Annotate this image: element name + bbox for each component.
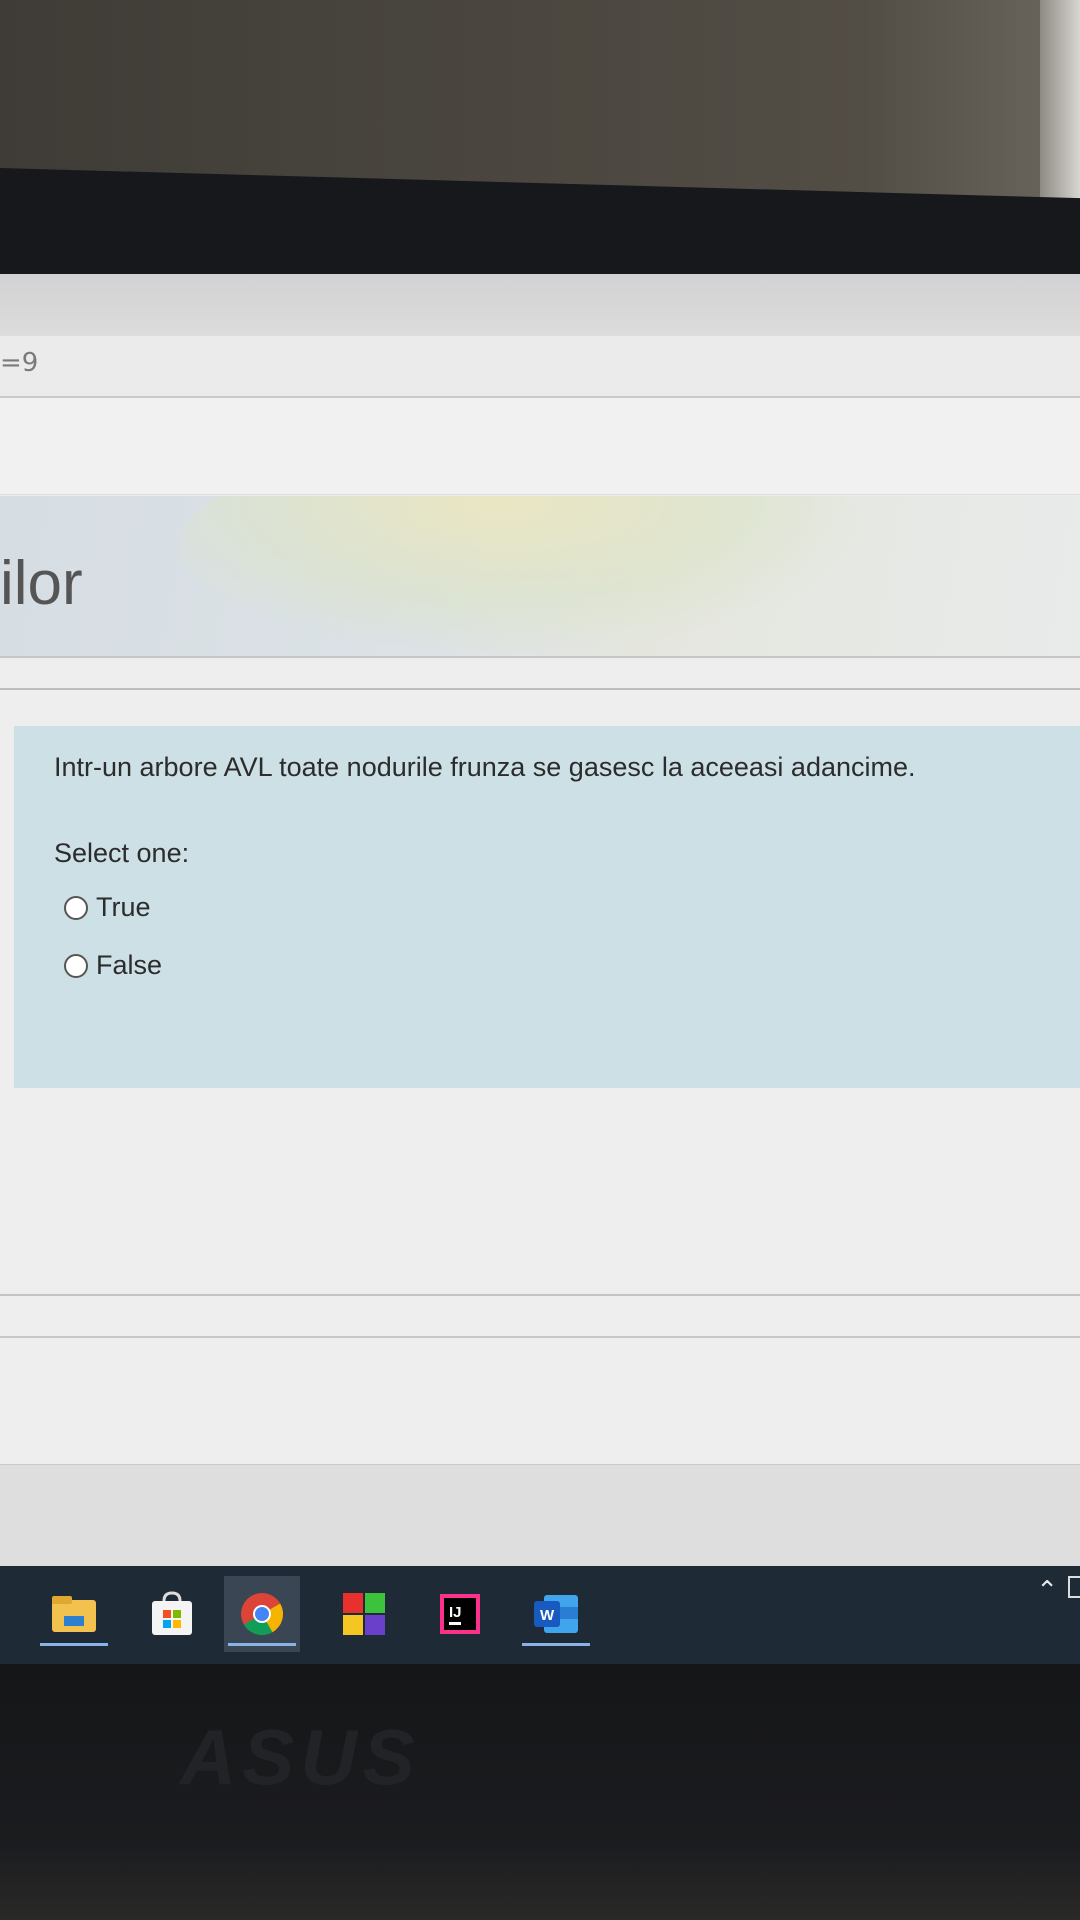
radio-button-false[interactable] <box>64 953 88 978</box>
browser-address-bar[interactable]: =9 <box>0 336 1080 398</box>
divider <box>0 1336 1080 1338</box>
active-indicator <box>228 1643 296 1646</box>
url-fragment: =9 <box>0 348 39 378</box>
active-indicator <box>522 1643 590 1646</box>
question-text: Intr-un arbore AVL toate nodurile frunza… <box>54 752 916 782</box>
taskbar-file-explorer[interactable] <box>36 1576 112 1652</box>
taskbar-intellij[interactable]: IJ <box>422 1576 498 1652</box>
option-false[interactable]: False <box>64 950 162 981</box>
radio-button-true[interactable] <box>64 895 88 920</box>
intellij-label: IJ <box>449 1604 462 1621</box>
chrome-icon <box>241 1593 284 1636</box>
intellij-icon: IJ <box>440 1594 480 1634</box>
word-icon: W <box>534 1595 578 1633</box>
file-explorer-icon <box>52 1596 96 1632</box>
word-label: W <box>540 1607 555 1624</box>
chevron-up-icon[interactable]: ⌃ <box>1036 1576 1058 1606</box>
tiles-app-icon <box>343 1593 385 1635</box>
laptop-screen: =9 ilor Intr-un arbore AVL toate noduril… <box>0 274 1080 1575</box>
divider <box>0 1294 1080 1296</box>
taskbar-tiles-app[interactable] <box>326 1576 402 1652</box>
taskbar-word[interactable]: W <box>518 1576 594 1652</box>
tray-icon[interactable] <box>1068 1576 1080 1598</box>
microsoft-store-icon <box>152 1591 192 1635</box>
course-title: ilor <box>0 549 83 618</box>
windows-taskbar: IJ W ⌃ <box>0 1566 1080 1664</box>
header-decoration <box>180 496 880 656</box>
course-header: ilor <box>0 496 1080 658</box>
background-wall <box>0 0 1080 200</box>
site-navbar <box>0 398 1080 495</box>
page-footer <box>0 1464 1080 1575</box>
brand-logo: ASUS <box>180 1713 421 1801</box>
option-label: True <box>96 892 151 922</box>
option-label: False <box>96 950 163 980</box>
option-true[interactable]: True <box>64 892 151 923</box>
question-card: Intr-un arbore AVL toate nodurile frunza… <box>14 726 1080 1088</box>
browser-tab-strip <box>0 274 1080 337</box>
taskbar-chrome[interactable] <box>224 1576 300 1652</box>
laptop-bezel-bottom: ASUS <box>0 1664 1080 1920</box>
active-indicator <box>40 1643 108 1646</box>
background-light <box>1040 0 1080 200</box>
select-one-label: Select one: <box>54 838 190 868</box>
divider <box>0 688 1080 690</box>
taskbar-microsoft-store[interactable] <box>134 1576 210 1652</box>
